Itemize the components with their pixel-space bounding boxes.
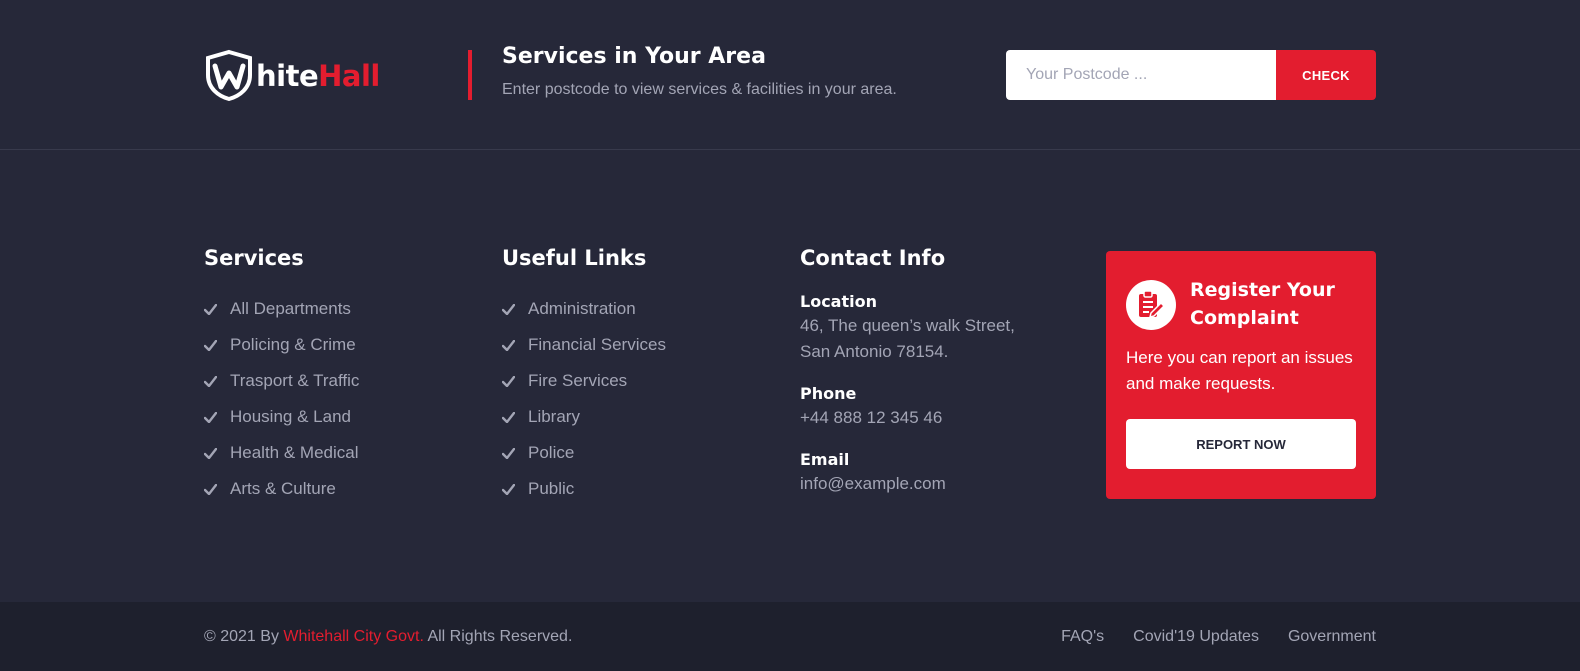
copyright-prefix: © 2021 By <box>204 628 279 645</box>
list-item: Policing & Crime <box>204 327 359 363</box>
phone-value[interactable]: +44 888 12 345 46 <box>800 405 1015 431</box>
check-icon <box>204 411 217 423</box>
list-item: Police <box>502 435 666 471</box>
area-divider <box>468 50 472 100</box>
services-list: All Departments Policing & Crime Traspor… <box>204 291 359 507</box>
logo-text-part1: hite <box>256 59 319 93</box>
copyright: © 2021 By Whitehall City Govt. All Right… <box>204 628 572 646</box>
check-icon <box>502 375 515 387</box>
shield-logo-icon: W <box>204 49 252 101</box>
check-icon <box>502 303 515 315</box>
faq-link[interactable]: FAQ's <box>1061 628 1104 646</box>
postcode-input[interactable] <box>1006 50 1276 100</box>
contact-phone: Phone +44 888 12 345 46 <box>800 383 1015 431</box>
complaint-text: Here you can report an issues and make r… <box>1126 348 1353 393</box>
useful-link[interactable]: Financial Services <box>528 335 666 355</box>
bottom-links: FAQ's Covid'19 Updates Government <box>1061 628 1376 646</box>
report-now-button[interactable]: REPORT NOW <box>1126 419 1356 469</box>
logo-wordmark: hiteHall <box>256 59 380 93</box>
list-item: Administration <box>502 291 666 327</box>
email-label: Email <box>800 450 850 469</box>
services-link[interactable]: Trasport & Traffic <box>230 371 359 391</box>
location-line2: San Antonio 78154. <box>800 342 949 361</box>
list-item: All Departments <box>204 291 359 327</box>
contact-title: Contact Info <box>800 246 946 270</box>
check-icon <box>204 303 217 315</box>
logo-text-part2: Hall <box>318 59 380 93</box>
check-icon <box>502 339 515 351</box>
clipboard-edit-icon <box>1126 280 1176 330</box>
email-value[interactable]: info@example.com <box>800 471 1015 497</box>
services-link[interactable]: Housing & Land <box>230 407 351 427</box>
list-item: Financial Services <box>502 327 666 363</box>
bottom-bar: © 2021 By Whitehall City Govt. All Right… <box>0 602 1580 671</box>
useful-link[interactable]: Fire Services <box>528 371 627 391</box>
list-item: Housing & Land <box>204 399 359 435</box>
copyright-brand-link[interactable]: Whitehall City Govt. <box>283 628 423 645</box>
logo-initial: W <box>204 49 205 50</box>
services-title: Services <box>204 246 304 270</box>
useful-link[interactable]: Library <box>528 407 580 427</box>
covid-updates-link[interactable]: Covid'19 Updates <box>1133 628 1259 646</box>
useful-link[interactable]: Police <box>528 443 574 463</box>
area-subtitle: Enter postcode to view services & facili… <box>502 81 897 98</box>
check-icon <box>502 411 515 423</box>
location-line1: 46, The queen’s walk Street, <box>800 316 1015 335</box>
check-icon <box>502 483 515 495</box>
contact-email: Email info@example.com <box>800 449 1015 497</box>
contact-location: Location 46, The queen’s walk Street, Sa… <box>800 291 1015 365</box>
check-icon <box>204 483 217 495</box>
contact-column: Contact Info Location 46, The queen’s wa… <box>800 243 1015 497</box>
complaint-title: Register Your Complaint <box>1190 279 1335 329</box>
list-item: Health & Medical <box>204 435 359 471</box>
check-icon <box>204 339 217 351</box>
list-item: Library <box>502 399 666 435</box>
check-button[interactable]: CHECK <box>1276 50 1376 100</box>
services-link[interactable]: Health & Medical <box>230 443 359 463</box>
list-item: Public <box>502 471 666 507</box>
check-icon <box>204 375 217 387</box>
useful-links-column: Useful Links Administration Financial Se… <box>502 243 666 507</box>
list-item: Fire Services <box>502 363 666 399</box>
list-item: Arts & Culture <box>204 471 359 507</box>
useful-links-title: Useful Links <box>502 246 647 270</box>
services-link[interactable]: Arts & Culture <box>230 479 336 499</box>
copyright-suffix: All Rights Reserved. <box>427 628 573 645</box>
logo[interactable]: W hiteHall <box>204 49 380 101</box>
location-label: Location <box>800 292 877 311</box>
government-link[interactable]: Government <box>1288 628 1376 646</box>
services-link[interactable]: All Departments <box>230 299 351 319</box>
services-link[interactable]: Policing & Crime <box>230 335 356 355</box>
complaint-card: Register Your Complaint Here you can rep… <box>1106 251 1376 499</box>
area-title: Services in Your Area <box>502 44 766 69</box>
useful-link[interactable]: Public <box>528 479 574 499</box>
check-icon <box>502 447 515 459</box>
check-icon <box>204 447 217 459</box>
useful-link[interactable]: Administration <box>528 299 636 319</box>
top-band: W hiteHall Services in Your Area Enter p… <box>0 0 1580 150</box>
useful-links-list: Administration Financial Services Fire S… <box>502 291 666 507</box>
services-column: Services All Departments Policing & Crim… <box>204 243 359 507</box>
list-item: Trasport & Traffic <box>204 363 359 399</box>
phone-label: Phone <box>800 384 857 403</box>
